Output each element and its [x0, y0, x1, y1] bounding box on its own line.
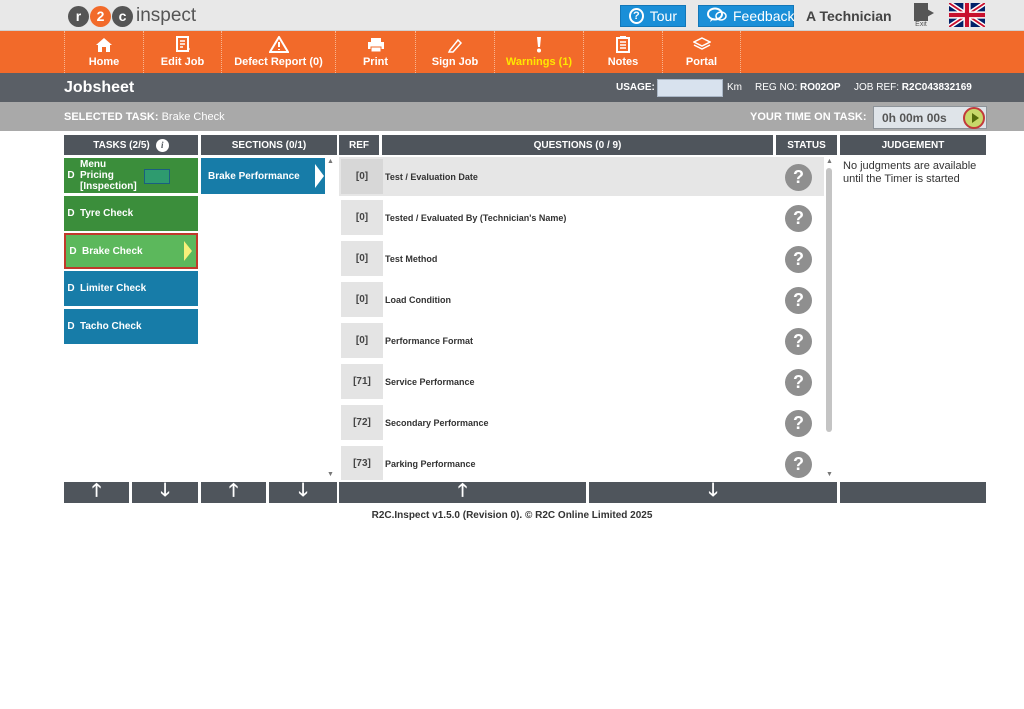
footer-copyright: R2C.Inspect v1.5.0 (Revision 0). © R2C O…	[371, 510, 653, 521]
nav-edit-job[interactable]: Edit Job	[143, 31, 221, 73]
questions-scroll-up-icon[interactable]: ▲	[826, 158, 833, 165]
pen-icon	[447, 37, 463, 53]
top-bar: r 2 c inspect ? Tour Feedback A Technici…	[0, 0, 1024, 31]
tour-button[interactable]: ? Tour	[620, 5, 686, 27]
task-item-brake-check[interactable]: D Brake Check	[64, 233, 198, 269]
task-item-menu-pricing[interactable]: D Menu Pricing [Inspection]	[64, 158, 198, 193]
questions-scroll-down-icon[interactable]: ▼	[826, 471, 833, 478]
selected-task: SELECTED TASK: Brake Check	[64, 111, 225, 123]
km-label: Km	[727, 82, 742, 93]
question-icon: ?	[629, 8, 644, 24]
usage-input[interactable]	[657, 79, 723, 97]
section-arrow-icon	[315, 164, 324, 188]
start-timer-play-icon[interactable]	[963, 107, 985, 129]
nav-print[interactable]: Print	[335, 31, 415, 73]
reg-no-value: RO02OP	[800, 82, 841, 93]
edit-job-icon	[175, 36, 191, 53]
questions-up-button[interactable]: 🡑	[339, 480, 586, 503]
exit-button[interactable]: Exit	[909, 3, 934, 31]
sections-up-button[interactable]: 🡑	[201, 480, 266, 503]
task-item-tacho-check[interactable]: D Tacho Check	[64, 309, 198, 344]
question-row[interactable]: [0] Tested / Evaluated By (Technician's …	[339, 198, 824, 237]
status-question-icon[interactable]: ?	[785, 369, 812, 396]
usage-label: USAGE:	[616, 82, 655, 93]
arrow-up-icon: 🡑	[457, 479, 468, 500]
questions-scrollbar[interactable]	[826, 168, 832, 432]
arrow-down-icon: 🡓	[708, 479, 718, 500]
status-question-icon[interactable]: ?	[785, 246, 812, 273]
nav-defect-report[interactable]: Defect Report (0)	[221, 31, 335, 73]
time-on-task-label: YOUR TIME ON TASK:	[750, 111, 867, 123]
arrow-up-icon: 🡑	[228, 479, 239, 500]
exclamation-icon	[535, 37, 543, 53]
status-question-icon[interactable]: ?	[785, 328, 812, 355]
question-row[interactable]: [72] Secondary Performance ?	[339, 403, 824, 442]
tasks-down-button[interactable]: 🡓	[132, 480, 198, 503]
judgement-footer-bar	[840, 482, 986, 503]
ref-header: REF	[339, 135, 379, 155]
status-header: STATUS	[776, 135, 837, 155]
exit-door-icon	[914, 3, 934, 21]
status-question-icon[interactable]: ?	[785, 410, 812, 437]
status-question-icon[interactable]: ?	[785, 287, 812, 314]
speech-bubbles-icon	[707, 7, 727, 26]
main-nav: Home Edit Job Defect Report (0) Print Si…	[0, 31, 1024, 73]
question-row[interactable]: [73] Parking Performance ?	[339, 444, 824, 480]
jobsheet-bar: Jobsheet USAGE: Km REG NO: RO02OP JOB RE…	[0, 73, 1024, 102]
judgement-message: No judgments are available until the Tim…	[843, 160, 977, 185]
arrow-down-icon: 🡓	[160, 479, 170, 500]
task-badge	[144, 169, 170, 184]
job-ref-value: R2C043832169	[901, 82, 972, 93]
logo-text: inspect	[136, 5, 197, 26]
nav-warnings[interactable]: Warnings (1)	[494, 31, 583, 73]
selected-task-value: Brake Check	[161, 111, 225, 123]
question-row[interactable]: [0] Performance Format ?	[339, 321, 824, 360]
sections-down-button[interactable]: 🡓	[269, 480, 337, 503]
section-item-brake-performance[interactable]: Brake Performance	[201, 158, 325, 194]
question-row[interactable]: [71] Service Performance ?	[339, 362, 824, 401]
tasks-up-button[interactable]: 🡑	[64, 480, 129, 503]
job-ref: JOB REF: R2C043832169	[854, 82, 972, 93]
layers-icon	[692, 36, 711, 53]
info-icon[interactable]: i	[155, 138, 169, 152]
sections-scroll-up-icon[interactable]: ▲	[327, 158, 334, 165]
status-question-icon[interactable]: ?	[785, 451, 812, 478]
nav-sign-job[interactable]: Sign Job	[415, 31, 494, 73]
sections-scroll-down-icon[interactable]: ▼	[327, 471, 334, 478]
reg-no: REG NO: RO02OP	[755, 82, 841, 93]
arrow-up-icon: 🡑	[91, 479, 102, 500]
tour-label: Tour	[649, 8, 677, 24]
user-name: A Technician	[806, 8, 892, 24]
judgement-header: JUDGEMENT	[840, 135, 986, 155]
nav-notes[interactable]: Notes	[583, 31, 662, 73]
uk-flag-icon[interactable]	[949, 3, 985, 27]
status-question-icon[interactable]: ?	[785, 205, 812, 232]
questions-header: QUESTIONS (0 / 9)	[382, 135, 773, 155]
question-row[interactable]: [0] Load Condition ?	[339, 280, 824, 319]
arrow-down-icon: 🡓	[298, 479, 308, 500]
warning-triangle-icon	[268, 36, 289, 53]
printer-icon	[367, 37, 385, 53]
page-title: Jobsheet	[64, 79, 135, 96]
feedback-label: Feedback	[733, 8, 795, 24]
nav-portal[interactable]: Portal	[662, 31, 741, 73]
nav-home[interactable]: Home	[64, 31, 143, 73]
tasks-header: TASKS (2/5) i	[64, 135, 198, 155]
selected-arrow-icon	[184, 241, 192, 261]
question-row[interactable]: [0] Test Method ?	[339, 239, 824, 278]
exit-label: Exit	[915, 21, 927, 28]
r2c-inspect-logo: r 2 c inspect	[68, 4, 196, 28]
selected-task-bar: SELECTED TASK: Brake Check YOUR TIME ON …	[0, 102, 1024, 131]
notes-icon	[616, 36, 630, 53]
status-question-icon[interactable]: ?	[785, 164, 812, 191]
questions-down-button[interactable]: 🡓	[589, 480, 837, 503]
sections-header: SECTIONS (0/1)	[201, 135, 337, 155]
task-item-tyre-check[interactable]: D Tyre Check	[64, 196, 198, 231]
home-icon	[95, 37, 113, 53]
question-row[interactable]: [0] Test / Evaluation Date ?	[339, 157, 824, 196]
task-item-limiter-check[interactable]: D Limiter Check	[64, 271, 198, 306]
feedback-button[interactable]: Feedback	[698, 5, 794, 27]
